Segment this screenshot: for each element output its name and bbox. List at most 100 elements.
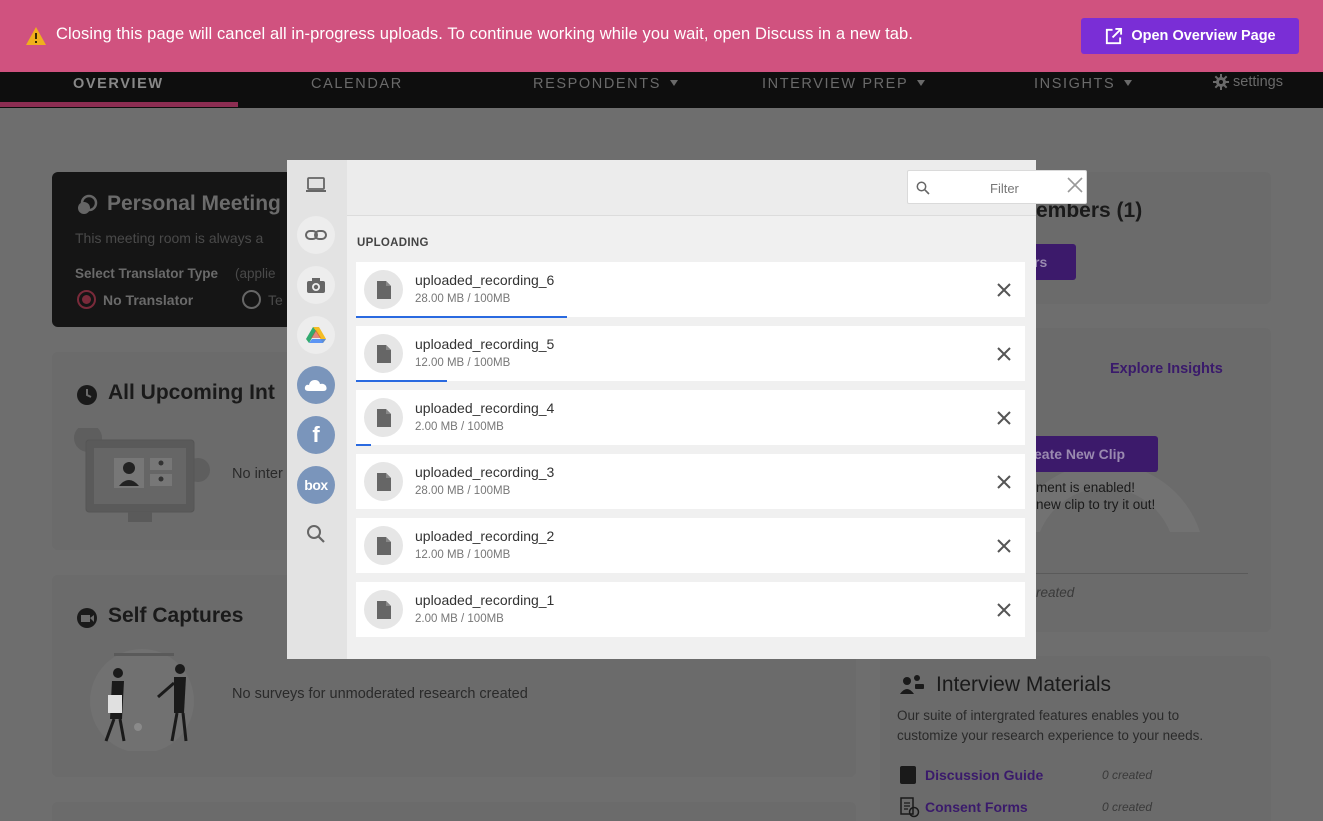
file-icon — [376, 408, 391, 427]
upload-warning-banner: Closing this page will cancel all in-pro… — [0, 0, 1323, 72]
settings-label: settings — [1233, 74, 1283, 90]
source-link[interactable] — [297, 216, 335, 254]
bottom-card — [52, 802, 856, 821]
upload-progress-bar — [356, 380, 447, 382]
top-nav: OVERVIEW CALENDAR RESPONDENTS INTERVIEW … — [0, 72, 1323, 108]
discussion-guide-link[interactable]: Discussion Guide — [925, 767, 1043, 783]
source-camera[interactable] — [297, 266, 335, 304]
translator-label: Select Translator Type — [75, 266, 219, 281]
file-icon-wrap — [364, 398, 403, 437]
source-rail: f box — [287, 160, 347, 659]
warning-icon — [26, 27, 46, 45]
google-drive-icon — [306, 327, 326, 343]
book-icon — [900, 766, 916, 784]
no-translator-label: No Translator — [103, 292, 194, 308]
tab-calendar[interactable]: CALENDAR — [311, 76, 403, 98]
file-icon — [376, 344, 391, 363]
file-icon-wrap — [364, 526, 403, 565]
radio-other-translator[interactable] — [242, 290, 261, 309]
camera-icon — [307, 277, 325, 293]
tab-respondents-label: RESPONDENTS — [533, 76, 661, 92]
facebook-icon: f — [312, 422, 320, 447]
remove-file-icon[interactable] — [996, 538, 1012, 554]
banner-message: Closing this page will cancel all in-pro… — [56, 25, 914, 43]
explore-insights-link[interactable]: Explore Insights — [1110, 361, 1223, 377]
source-google-drive[interactable] — [297, 316, 335, 354]
create-clip-label: eate New Clip — [1034, 446, 1126, 462]
settings-link[interactable]: settings — [1213, 74, 1283, 90]
clock-icon — [77, 385, 97, 405]
onedrive-icon — [304, 380, 327, 391]
translator-hint: (applie — [235, 266, 276, 281]
upload-row: uploaded_recording_3 28.00 MB / 100MB — [356, 454, 1025, 509]
consent-forms-link[interactable]: Consent Forms — [925, 799, 1028, 815]
remove-file-icon[interactable] — [996, 282, 1012, 298]
external-link-icon — [1106, 27, 1123, 44]
add-members-button[interactable]: rs — [1030, 244, 1076, 280]
file-icon — [376, 600, 391, 619]
consent-forms-count: 0 created — [1102, 800, 1153, 814]
clip-line-1: ment is enabled! — [1036, 480, 1136, 495]
materials-title: Interview Materials — [936, 673, 1112, 696]
file-icon-wrap — [364, 334, 403, 373]
upload-row: uploaded_recording_1 2.00 MB / 100MB — [356, 582, 1025, 637]
modal-top-bar: Filter — [347, 160, 1087, 216]
create-new-clip-button[interactable]: eate New Clip — [1030, 436, 1158, 472]
filter-input[interactable]: Filter — [907, 170, 1087, 204]
source-onedrive[interactable] — [297, 366, 335, 404]
video-call-illustration — [74, 428, 210, 522]
file-icon — [376, 536, 391, 555]
self-captures-title: Self Captures — [108, 604, 244, 627]
tab-insights-label: INSIGHTS — [1034, 76, 1116, 92]
close-icon[interactable] — [1067, 177, 1083, 193]
file-name: uploaded_recording_4 — [415, 400, 555, 416]
remove-file-icon[interactable] — [996, 602, 1012, 618]
other-translator-label: Te — [268, 292, 283, 308]
uploading-section-label: UPLOADING — [357, 237, 429, 249]
remove-file-icon[interactable] — [996, 474, 1012, 490]
file-icon-wrap — [364, 270, 403, 309]
open-overview-page-button[interactable]: Open Overview Page — [1081, 18, 1299, 54]
upload-progress-bar — [356, 316, 568, 318]
gear-icon — [1213, 74, 1229, 90]
radio-no-translator[interactable] — [77, 290, 96, 309]
source-my-device[interactable] — [297, 166, 335, 204]
upload-row: uploaded_recording_2 12.00 MB / 100MB — [356, 518, 1025, 573]
file-icon — [376, 280, 391, 299]
consent-form-icon — [900, 797, 920, 818]
meeting-icon — [78, 194, 98, 214]
file-icon — [376, 472, 391, 491]
source-box[interactable]: box — [297, 466, 335, 504]
people-icon — [900, 675, 924, 694]
filter-placeholder: Filter — [990, 181, 1019, 196]
materials-desc-1: Our suite of intergrated features enable… — [897, 708, 1180, 723]
survey-illustration — [90, 649, 194, 751]
link-icon — [305, 230, 327, 240]
laptop-icon — [306, 177, 326, 192]
tab-interview-prep-label: INTERVIEW PREP — [762, 76, 909, 92]
tab-interview-prep[interactable]: INTERVIEW PREP — [762, 76, 926, 98]
source-facebook[interactable]: f — [297, 416, 335, 454]
box-icon: box — [304, 477, 328, 493]
file-size: 2.00 MB / 100MB — [415, 613, 504, 625]
file-icon-wrap — [364, 590, 403, 629]
upload-modal: f box Filter UPLOADING uploaded_recordin… — [287, 160, 1087, 659]
tab-insights[interactable]: INSIGHTS — [1034, 76, 1133, 98]
file-name: uploaded_recording_5 — [415, 336, 555, 352]
source-search[interactable] — [297, 515, 335, 553]
created-text: reated — [1036, 585, 1075, 600]
file-name: uploaded_recording_1 — [415, 592, 555, 608]
upload-row: uploaded_recording_5 12.00 MB / 100MB — [356, 326, 1025, 382]
active-tab-underline — [0, 102, 238, 107]
tab-respondents[interactable]: RESPONDENTS — [533, 76, 678, 98]
self-captures-empty: No surveys for unmoderated research crea… — [232, 686, 528, 702]
file-size: 12.00 MB / 100MB — [415, 357, 511, 369]
file-size: 2.00 MB / 100MB — [415, 421, 504, 433]
tab-overview[interactable]: OVERVIEW — [73, 76, 164, 98]
upload-row: uploaded_recording_6 28.00 MB / 100MB — [356, 262, 1025, 318]
file-icon-wrap — [364, 462, 403, 501]
upload-progress-bar — [356, 444, 372, 446]
remove-file-icon[interactable] — [996, 410, 1012, 426]
remove-file-icon[interactable] — [996, 346, 1012, 362]
meeting-title: Personal Meeting — [107, 192, 281, 215]
